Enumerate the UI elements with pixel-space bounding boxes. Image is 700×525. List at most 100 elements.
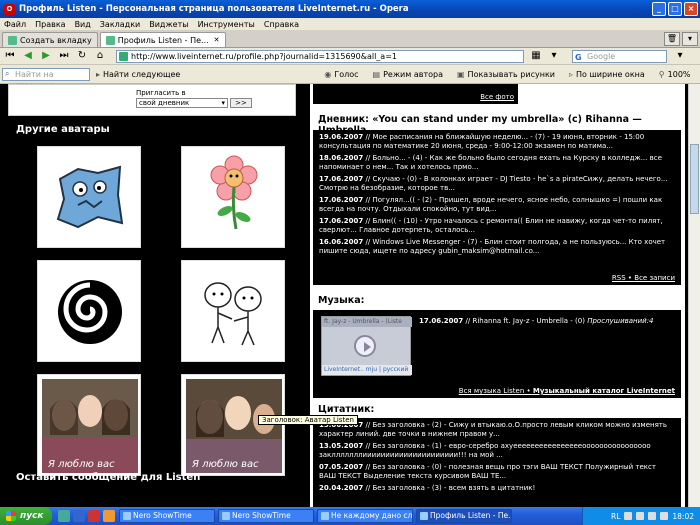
diary-entry[interactable]: 17.06.2007 // Погулял...(( - (2) - Прише… — [319, 196, 675, 214]
vertical-scrollbar[interactable] — [688, 84, 700, 507]
find-input[interactable]: Найти на странице — [2, 67, 90, 90]
invite-submit-button[interactable]: >> — [230, 98, 252, 108]
menu-help[interactable]: Справка — [264, 20, 299, 29]
back-icon[interactable]: ◀ — [20, 49, 36, 63]
search-dropdown-icon[interactable]: ▾ — [672, 49, 688, 63]
fit-width-label: По ширине окна — [575, 69, 645, 79]
quick-launch — [58, 510, 115, 522]
desktop-icon[interactable] — [58, 510, 70, 522]
fit-width-icon: ▹ — [568, 69, 573, 79]
author-mode-icon: ▤ — [372, 69, 381, 79]
home-icon[interactable]: ⌂ — [92, 49, 108, 63]
entry-text: // Windows Live Messenger - (7) - Блин с… — [319, 238, 666, 255]
page-viewport: Пригласить в свой дневник ▾ >> Другие ава… — [0, 84, 688, 507]
fast-forward-icon[interactable]: ⏭ — [56, 49, 72, 63]
rss-link[interactable]: RSS — [612, 274, 626, 282]
entry-date: 20.04.2007 — [319, 484, 364, 492]
menu-view[interactable]: Вид — [75, 20, 91, 29]
music-player[interactable]: ft. Jay-z - Umbrella - (Liste LiveIntern… — [321, 316, 412, 376]
group-photo-icon: Я люблю вас — [42, 379, 138, 473]
taskbar-item[interactable]: Nero ShowTime — [218, 509, 314, 523]
all-photos-link[interactable]: Все фото — [480, 93, 514, 101]
blue-monster-icon — [56, 165, 124, 229]
music-entry[interactable]: 17.06.2007 // Rihanna ft. Jay-z - Umbrel… — [419, 317, 654, 326]
rss-icon[interactable]: ▦ — [528, 49, 544, 63]
author-mode-button[interactable]: ▤ Режим автора — [373, 70, 443, 79]
trash-icon[interactable]: 🗑 — [664, 32, 680, 46]
diary-entry[interactable]: 18.06.2007 // Больно... - (4) - Как же б… — [319, 154, 675, 172]
tab-new[interactable]: Создать вкладку — [2, 32, 98, 47]
avatar-spiral[interactable] — [37, 260, 141, 362]
diary-entry[interactable]: 17.06.2007 // Скучаю - (0) - В колонках … — [319, 175, 675, 193]
tab-profile-listen[interactable]: Профиль Listen - Пе... ✕ — [99, 32, 226, 47]
taskbar-item[interactable]: Не каждому дано сл... — [317, 509, 413, 523]
music-entry-date: 17.06.2007 — [419, 317, 464, 325]
reload-icon[interactable]: ↻ — [74, 49, 90, 63]
tab-bar: Создать вкладку Профиль Listen - Пе... ✕… — [0, 30, 700, 48]
tray-icon[interactable] — [624, 512, 633, 520]
avatar-group-photo-2[interactable]: Я люблю вас — [181, 374, 285, 476]
invite-select[interactable]: свой дневник ▾ — [136, 98, 228, 108]
show-images-button[interactable]: ▣ Показывать рисунки — [457, 70, 555, 79]
invite-label: Пригласить в — [136, 89, 186, 97]
forward-icon[interactable]: ▶ — [38, 49, 54, 63]
entry-text: // Без заголовка - (2) - Сижу и втыкаю.о… — [319, 421, 668, 438]
menu-file[interactable]: Файл — [4, 20, 26, 29]
tray-icon[interactable] — [660, 512, 669, 520]
back-first-icon[interactable]: ⏮ — [2, 49, 18, 63]
maximize-button[interactable]: □ — [668, 2, 682, 16]
language-indicator[interactable]: RL — [611, 512, 620, 521]
entry-text: // Блин(( - (10) - Утро началось с ремон… — [319, 217, 663, 234]
media-icon[interactable] — [103, 510, 115, 522]
diary-entry[interactable]: 19.06.2007 // Мое расписания на ближайшу… — [319, 133, 675, 151]
ie-icon[interactable] — [73, 510, 85, 522]
player-title: ft. Jay-z - Umbrella - (Liste — [322, 317, 412, 327]
find-next-button[interactable]: ▸ Найти следующее — [96, 70, 180, 79]
address-field[interactable]: http://www.liveinternet.ru/profile.php?j… — [116, 50, 524, 63]
avatar-monster[interactable] — [37, 146, 141, 248]
entry-date: 13.05.2007 — [319, 442, 364, 450]
all-music-link[interactable]: Вся музыка Listen — [459, 387, 524, 395]
all-posts-link[interactable]: Все записи — [634, 274, 675, 282]
start-button[interactable]: пуск — [0, 507, 52, 525]
tab-menu-icon[interactable]: ▾ — [682, 32, 698, 46]
play-icon[interactable] — [354, 335, 376, 357]
window-title: Профиль Listen - Персональная страница п… — [19, 4, 409, 14]
quote-entry[interactable]: 07.05.2007 // Без заголовка - (0) - поле… — [319, 463, 675, 481]
taskbar-item-active[interactable]: Профиль Listen - Пе... — [416, 509, 512, 523]
scrollbar-thumb[interactable] — [690, 144, 699, 214]
tab-new-label: Создать вкладку — [20, 35, 92, 45]
avatar-group-photo[interactable]: Я люблю вас — [37, 374, 141, 476]
quote-entry[interactable]: 15.06.2007 // Без заголовка - (2) - Сижу… — [319, 421, 675, 439]
opera-icon[interactable] — [88, 510, 100, 522]
tray-icon[interactable] — [648, 512, 657, 520]
avatar-couple[interactable] — [181, 260, 285, 362]
tab-close-icon[interactable]: ✕ — [214, 36, 220, 44]
quote-entry[interactable]: 13.05.2007 // Без заголовка - (1) - евро… — [319, 442, 675, 460]
minimize-button[interactable]: _ — [652, 2, 666, 16]
entry-date: 07.05.2007 — [319, 463, 364, 471]
entry-text: // Без заголовка - (0) - полезная вещь п… — [319, 463, 656, 480]
search-field[interactable]: G Google — [572, 50, 667, 63]
fit-width-button[interactable]: ▹ По ширине окна — [569, 70, 645, 79]
zoom-control[interactable]: ⚲ 100% — [659, 70, 691, 79]
menu-edit[interactable]: Правка — [35, 20, 65, 29]
author-mode-label: Режим автора — [383, 69, 443, 79]
close-window-button[interactable]: × — [684, 2, 698, 16]
avatar-flower[interactable] — [181, 146, 285, 248]
menu-widgets[interactable]: Виджеты — [149, 20, 188, 29]
taskbar-item[interactable]: Nero ShowTime — [119, 509, 215, 523]
quote-entry[interactable]: 20.04.2007 // Без заголовка - (3) - всем… — [319, 484, 675, 493]
diary-entry[interactable]: 17.06.2007 // Блин(( - (10) - Утро начал… — [319, 217, 675, 235]
invite-widget: Пригласить в свой дневник ▾ >> — [8, 84, 296, 116]
address-dropdown-icon[interactable]: ▾ — [546, 49, 562, 63]
music-catalog-link[interactable]: Музыкальный каталог LiveInternet — [533, 387, 675, 395]
menu-tools[interactable]: Инструменты — [198, 20, 255, 29]
entry-date: 17.06.2007 — [319, 175, 364, 183]
find-next-icon: ▸ — [96, 69, 101, 79]
menu-bookmarks[interactable]: Закладки — [100, 20, 140, 29]
tray-icon[interactable] — [636, 512, 645, 520]
diary-entry[interactable]: 16.06.2007 // Windows Live Messenger - (… — [319, 238, 675, 256]
voice-button[interactable]: ◉ Голос — [324, 70, 358, 79]
entry-text: // Мое расписания на ближайшую неделю...… — [319, 133, 645, 150]
